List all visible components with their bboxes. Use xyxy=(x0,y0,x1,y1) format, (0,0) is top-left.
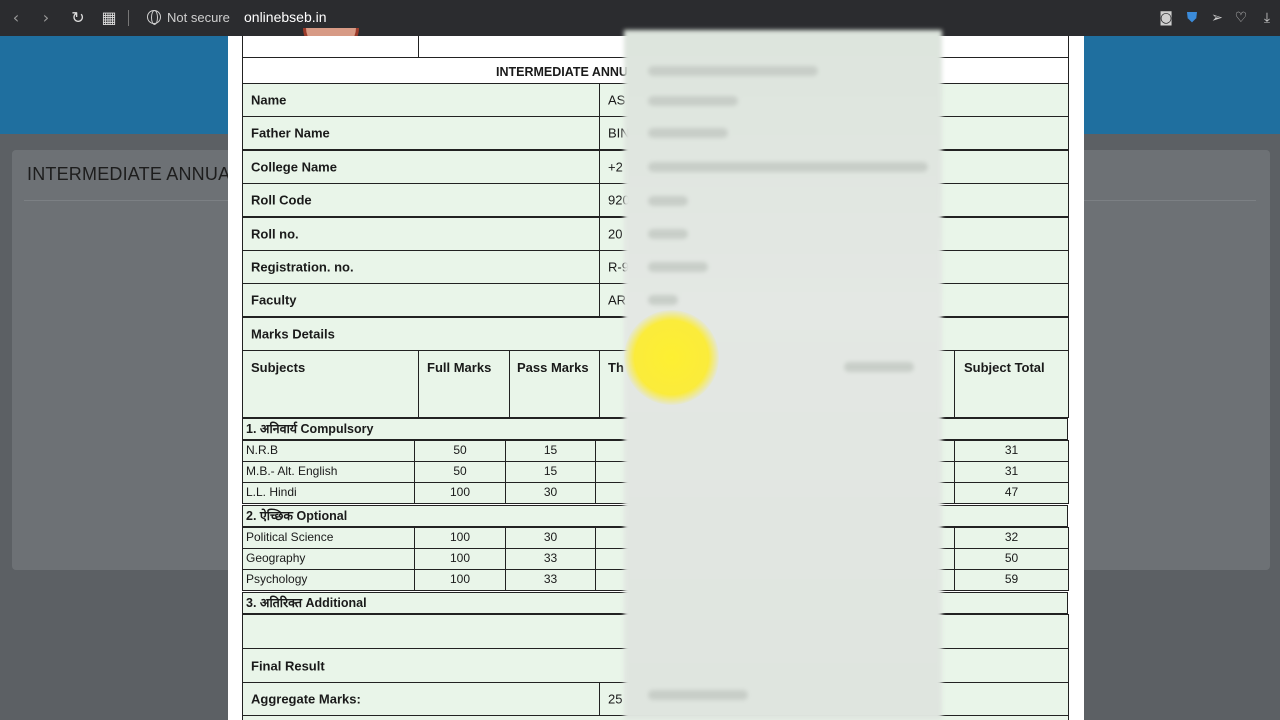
heart-icon[interactable]: ♡ xyxy=(1232,9,1250,27)
back-icon[interactable]: ‹ xyxy=(6,8,26,28)
subject-total-header: Subject Total xyxy=(954,350,1069,418)
field-label: Faculty xyxy=(251,292,297,308)
tabs-grid-icon[interactable]: ▦ xyxy=(99,8,119,28)
field-value: AS xyxy=(608,92,626,108)
subject-total-cell: 59 xyxy=(954,569,1069,591)
pass-marks-header: Pass Marks xyxy=(509,350,600,418)
aggregate-value: 25 xyxy=(608,691,623,707)
subject-cell: N.R.B xyxy=(242,440,415,462)
subject-cell: Psychology xyxy=(242,569,415,591)
pass-marks-cell: 15 xyxy=(505,440,596,462)
subject-total-cell: 50 xyxy=(954,548,1069,570)
forward-icon[interactable]: › xyxy=(36,8,56,28)
logo-cell xyxy=(242,36,419,58)
field-label-cell: Name xyxy=(242,83,600,117)
full-marks-cell: 100 xyxy=(414,548,506,570)
subject-total-cell: 31 xyxy=(954,461,1069,483)
field-label: Registration. no. xyxy=(251,259,354,275)
field-label: Roll Code xyxy=(251,192,312,208)
toolbar-divider xyxy=(128,10,129,26)
camera-icon[interactable]: ◙ xyxy=(1157,9,1175,27)
field-label: Name xyxy=(251,92,287,108)
field-value: 20 xyxy=(608,226,623,242)
pass-marks-cell: 15 xyxy=(505,461,596,483)
field-label-cell: Registration. no. xyxy=(242,250,600,284)
field-label-cell: Father Name xyxy=(242,116,600,151)
subject-cell: Political Science xyxy=(242,527,415,549)
field-label: Father Name xyxy=(251,125,330,141)
background-page-title: INTERMEDIATE ANNUA xyxy=(27,164,231,184)
full-marks-cell: 100 xyxy=(414,569,506,591)
field-label-cell: Roll Code xyxy=(242,183,600,218)
field-label: Roll no. xyxy=(251,226,299,242)
pass-marks-cell: 30 xyxy=(505,482,596,504)
subject-cell: Geography xyxy=(242,548,415,570)
full-marks-cell: 100 xyxy=(414,482,506,504)
globe-icon[interactable] xyxy=(147,10,161,25)
download-icon[interactable]: ⤓ xyxy=(1258,9,1276,27)
field-value: +2 xyxy=(608,159,623,175)
subjects-header: Subjects xyxy=(242,350,419,418)
subject-total-cell: 47 xyxy=(954,482,1069,504)
address-bar-url[interactable]: onlinebseb.in xyxy=(244,9,327,25)
send-icon[interactable]: ➢ xyxy=(1208,9,1226,27)
shield-icon[interactable]: ⛊ xyxy=(1183,9,1201,27)
pass-marks-cell: 30 xyxy=(505,527,596,549)
full-marks-cell: 100 xyxy=(414,527,506,549)
subject-total-cell: 32 xyxy=(954,527,1069,549)
marks-details-label: Marks Details xyxy=(251,326,335,342)
subject-cell: L.L. Hindi xyxy=(242,482,415,504)
final-result-label: Final Result xyxy=(251,658,325,673)
result-heading: INTERMEDIATE ANNU xyxy=(496,65,628,79)
full-marks-cell: 50 xyxy=(414,440,506,462)
full-marks-cell: 50 xyxy=(414,461,506,483)
security-label[interactable]: Not secure xyxy=(167,10,230,25)
aggregate-label: Aggregate Marks: xyxy=(251,691,361,707)
pass-marks-cell: 33 xyxy=(505,548,596,570)
subject-cell: M.B.- Alt. English xyxy=(242,461,415,483)
field-label-cell: Faculty xyxy=(242,283,600,318)
full-marks-header: Full Marks xyxy=(418,350,510,418)
field-label: College Name xyxy=(251,159,337,175)
field-label-cell: Roll no. xyxy=(242,216,600,251)
field-label-cell: College Name xyxy=(242,149,600,184)
aggregate-label-cell: Aggregate Marks: xyxy=(242,682,600,716)
cursor-highlight xyxy=(624,310,719,405)
reload-icon[interactable]: ↻ xyxy=(68,8,88,28)
pass-marks-cell: 33 xyxy=(505,569,596,591)
subject-total-cell: 31 xyxy=(954,440,1069,462)
